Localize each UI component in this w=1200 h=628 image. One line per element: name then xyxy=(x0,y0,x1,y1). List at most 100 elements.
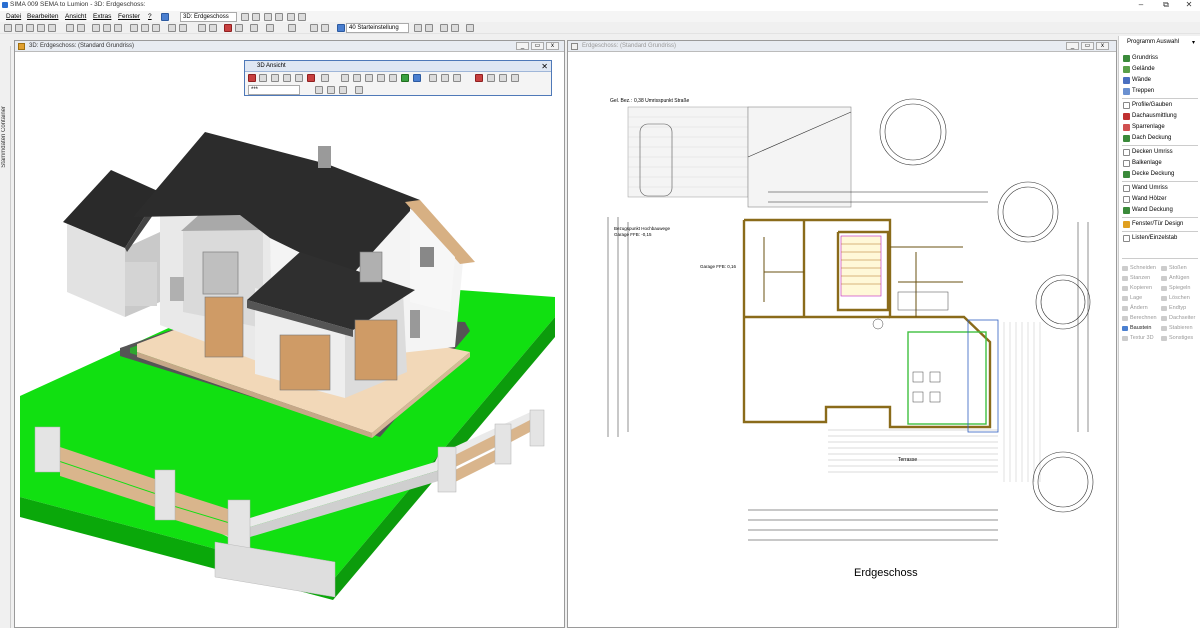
tool-e-icon[interactable] xyxy=(466,24,474,32)
menu-datei[interactable]: Datei xyxy=(6,13,21,20)
maximize-button[interactable]: ⧉ xyxy=(1155,0,1177,11)
tool-baustein[interactable]: Baustein xyxy=(1122,324,1160,333)
fb-opt2-icon[interactable] xyxy=(327,86,335,94)
program-decke-deckung[interactable]: Decke Deckung xyxy=(1122,170,1198,179)
select-icon[interactable] xyxy=(130,24,138,32)
pane-floor-plan[interactable]: Erdgeschoss: (Standard Grundriss) _ ▭ x xyxy=(567,40,1117,628)
tool-dachseiter[interactable]: Dachseiter xyxy=(1161,314,1199,323)
program-wand-hoelzer[interactable]: Wand Hölzer xyxy=(1122,195,1198,204)
fb-iso4-icon[interactable] xyxy=(389,74,397,82)
fb-top-icon[interactable] xyxy=(321,74,329,82)
fb-right-icon[interactable] xyxy=(307,74,315,82)
pane-3d-minimize-button[interactable]: _ xyxy=(516,42,529,50)
pane-3d-close-button[interactable]: x xyxy=(546,42,559,50)
tool-loeschen[interactable]: Löschen xyxy=(1161,294,1199,303)
fb-light-icon[interactable] xyxy=(429,74,437,82)
tool-sonstiges[interactable]: Sonstiges xyxy=(1161,334,1199,343)
pane-plan-minimize-button[interactable]: _ xyxy=(1066,42,1079,50)
pane-plan-restore-button[interactable]: ▭ xyxy=(1081,42,1094,50)
fb-solid-icon[interactable] xyxy=(401,74,409,82)
program-wand-umriss[interactable]: Wand Umriss xyxy=(1122,184,1198,193)
table-icon[interactable] xyxy=(310,24,318,32)
nav-back-icon[interactable] xyxy=(264,13,272,21)
program-dach-deckung[interactable]: Dach Deckung xyxy=(1122,134,1198,143)
fb-cam-icon[interactable] xyxy=(248,74,256,82)
fb-iso1-icon[interactable] xyxy=(353,74,361,82)
tool-c-icon[interactable] xyxy=(440,24,448,32)
program-profile-gauben[interactable]: Profile/Gauben xyxy=(1122,101,1198,110)
program-sparrenlage[interactable]: Sparrenlage xyxy=(1122,123,1198,132)
fb-front-icon[interactable] xyxy=(271,74,279,82)
house-3d-render[interactable] xyxy=(15,52,564,627)
menu-extras[interactable]: Extras xyxy=(93,13,111,20)
program-grundriss[interactable]: Grundriss xyxy=(1122,54,1198,63)
new-icon[interactable] xyxy=(4,24,12,32)
menu-help[interactable]: ? xyxy=(148,13,152,20)
tool-d-icon[interactable] xyxy=(451,24,459,32)
snap-icon[interactable] xyxy=(168,24,176,32)
program-listen-einzelstab[interactable]: Listen/Einzelstab xyxy=(1122,234,1198,243)
pan-icon[interactable] xyxy=(152,24,160,32)
dim-icon[interactable] xyxy=(266,24,274,32)
cut-icon[interactable] xyxy=(92,24,100,32)
fb-export-icon[interactable] xyxy=(475,74,483,82)
fb-film-icon[interactable] xyxy=(453,74,461,82)
save-icon[interactable] xyxy=(26,24,34,32)
fb-pers-icon[interactable] xyxy=(341,74,349,82)
tool-stossen[interactable]: Stoßen xyxy=(1161,264,1199,273)
fb-link-icon[interactable] xyxy=(487,74,495,82)
program-balkenlage[interactable]: Balkenlage xyxy=(1122,159,1198,168)
arrow-up-icon[interactable] xyxy=(241,13,249,21)
preview-icon[interactable] xyxy=(77,24,85,32)
program-decken-umriss[interactable]: Decken Umriss xyxy=(1122,148,1198,157)
program-fenster-tuer-design[interactable]: Fenster/Tür Design xyxy=(1122,220,1198,229)
house-icon[interactable] xyxy=(287,13,295,21)
paste-icon[interactable] xyxy=(114,24,122,32)
pane-plan-close-button[interactable]: x xyxy=(1096,42,1109,50)
tool-lage[interactable]: Lage xyxy=(1122,294,1160,303)
settings-icon[interactable] xyxy=(298,13,306,21)
floating-3d-toolbar[interactable]: 3D Ansicht ✕ *** xyxy=(244,60,552,96)
program-wand-deckung[interactable]: Wand Deckung xyxy=(1122,206,1198,215)
minimize-button[interactable]: – xyxy=(1130,0,1152,11)
fb-back-icon[interactable] xyxy=(283,74,291,82)
fb-iso3-icon[interactable] xyxy=(377,74,385,82)
fb-tools-icon[interactable] xyxy=(499,74,507,82)
tool-endtyp[interactable]: Endtyp xyxy=(1161,304,1199,313)
floating-field[interactable]: *** xyxy=(248,85,300,95)
tool-schneiden[interactable]: Schneiden xyxy=(1122,264,1160,273)
measure-icon[interactable] xyxy=(209,24,217,32)
tool-b-icon[interactable] xyxy=(425,24,433,32)
tool-spiegeln[interactable]: Spiegeln xyxy=(1161,284,1199,293)
program-selection-header[interactable]: Programm Auswahl ▾ xyxy=(1119,39,1200,49)
tool-textur-3d[interactable]: Textur 3D xyxy=(1122,334,1160,343)
floor-plan-drawing[interactable]: Gel. Bez.: 0,38 Umrisspunkt Straße Bezug… xyxy=(568,52,1116,627)
view-combo[interactable]: 3D: Erdgeschoss xyxy=(180,12,237,22)
close-button[interactable]: ✕ xyxy=(1178,0,1200,11)
grid-icon[interactable] xyxy=(179,24,187,32)
preset-icon[interactable] xyxy=(337,24,345,32)
copy-icon[interactable] xyxy=(103,24,111,32)
tool-kopieren[interactable]: Kopieren xyxy=(1122,284,1160,293)
print-icon[interactable] xyxy=(66,24,74,32)
color-icon[interactable] xyxy=(288,24,296,32)
fb-view-icon[interactable] xyxy=(259,74,267,82)
layer-icon[interactable] xyxy=(198,24,206,32)
fb-opt3-icon[interactable] xyxy=(339,86,347,94)
undo-icon[interactable] xyxy=(37,24,45,32)
program-gelaende[interactable]: Gelände xyxy=(1122,65,1198,74)
program-treppen[interactable]: Treppen xyxy=(1122,87,1198,96)
fb-opt1-icon[interactable] xyxy=(315,86,323,94)
tool-aendern[interactable]: Ändern xyxy=(1122,304,1160,313)
pane-3d-restore-button[interactable]: ▭ xyxy=(531,42,544,50)
pane-3d-view[interactable]: 3D: Erdgeschoss: (Standard Grundriss) _ … xyxy=(14,40,565,628)
program-waende[interactable]: Wände xyxy=(1122,76,1198,85)
tool-a-icon[interactable] xyxy=(414,24,422,32)
zoom-icon[interactable] xyxy=(141,24,149,32)
open-icon[interactable] xyxy=(15,24,23,32)
tool-anfuegen[interactable]: Anfügen xyxy=(1161,274,1199,283)
menu-ansicht[interactable]: Ansicht xyxy=(65,13,86,20)
pen-icon[interactable] xyxy=(224,24,232,32)
arrow-down-icon[interactable] xyxy=(252,13,260,21)
tool-stanzen[interactable]: Stanzen xyxy=(1122,274,1160,283)
